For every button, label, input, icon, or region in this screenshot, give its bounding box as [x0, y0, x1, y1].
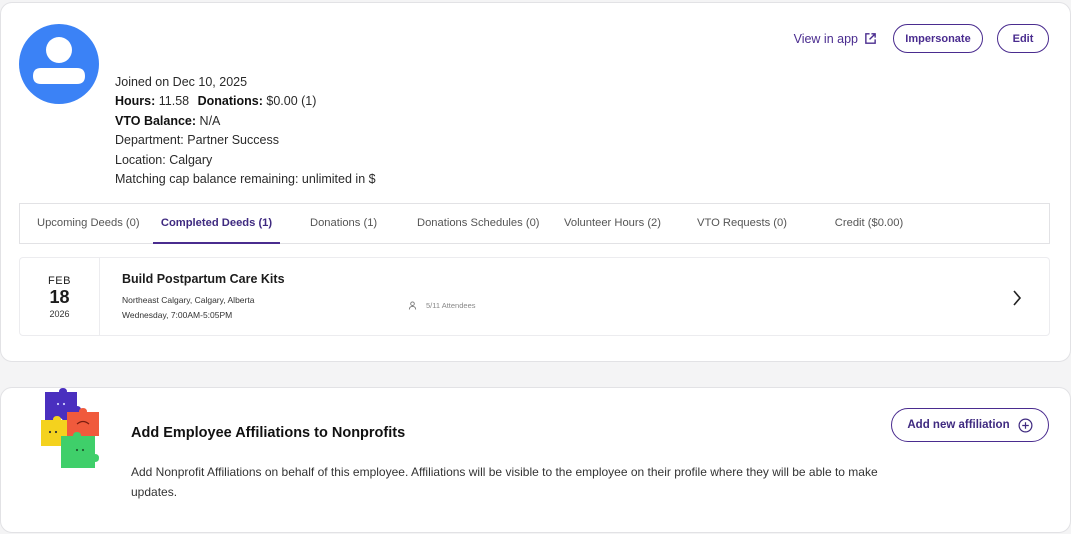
affiliations-description: Add Nonprofit Affiliations on behalf of … — [131, 465, 878, 499]
tab-donations[interactable]: Donations (1) — [310, 204, 377, 243]
edit-button[interactable]: Edit — [997, 24, 1049, 53]
affiliations-card: Add Employee Affiliations to Nonprofits … — [0, 387, 1071, 533]
department: Department: Partner Success — [115, 133, 279, 148]
impersonate-button[interactable]: Impersonate — [893, 24, 983, 53]
person-icon — [408, 301, 417, 310]
tab-vto-requests[interactable]: VTO Requests (0) — [697, 204, 787, 243]
deed-title: Build Postpartum Care Kits — [122, 272, 285, 286]
tab-credit[interactable]: Credit ($0.00) — [833, 204, 905, 243]
joined-date: Joined on Dec 10, 2025 — [115, 75, 248, 89]
view-in-app-label: View in app — [793, 31, 858, 46]
donations-value: $0.00 (1) — [266, 94, 317, 109]
deed-year: 2026 — [49, 309, 70, 319]
deed-card[interactable]: FEB 18 2026 Build Postpartum Care Kits N… — [19, 257, 1050, 336]
deed-day: 18 — [49, 287, 70, 307]
profile-card: Joined on Dec 10, 2025 Hours: 11.58 Dona… — [0, 2, 1071, 362]
tab-donations-schedules[interactable]: Donations Schedules (0) — [417, 204, 540, 243]
profile-actions: View in app Impersonate Edit — [794, 24, 1049, 53]
location: Location: Calgary — [115, 152, 213, 167]
vto-balance: VTO Balance: N/A — [115, 112, 376, 131]
attendees-count: 5/11 Attendees — [426, 301, 476, 310]
hours-donations: Hours: 11.58 Donations: $0.00 (1) — [115, 92, 376, 111]
external-link-icon — [865, 33, 876, 44]
plus-circle-icon — [1018, 418, 1033, 432]
add-affiliation-label: Add new affiliation — [907, 419, 1010, 431]
vto-value: N/A — [199, 113, 221, 128]
deed-location: Northeast Calgary, Calgary, Alberta — [122, 295, 255, 305]
deed-month: FEB — [48, 275, 71, 287]
deed-time: Wednesday, 7:00AM-5:05PM — [122, 310, 233, 320]
view-in-app-link[interactable]: View in app — [794, 32, 877, 46]
donations-label: Donations: — [197, 94, 263, 109]
user-avatar-icon — [19, 24, 99, 104]
tab-completed-deeds[interactable]: Completed Deeds (1) — [153, 204, 280, 244]
deed-attendees: 5/11 Attendees — [408, 301, 476, 310]
chevron-right-icon[interactable] — [1011, 288, 1023, 308]
hours-label: Hours: — [115, 94, 156, 109]
profile-tabs: Upcoming Deeds (0) Completed Deeds (1) D… — [19, 203, 1050, 244]
tab-volunteer-hours[interactable]: Volunteer Hours (2) — [564, 204, 661, 243]
deed-date: FEB 18 2026 — [20, 258, 100, 335]
vto-label: VTO Balance: — [115, 113, 197, 128]
matching-cap: Matching cap balance remaining: unlimite… — [115, 171, 376, 186]
profile-info: Joined on Dec 10, 2025 Hours: 11.58 Dona… — [115, 73, 376, 189]
puzzle-pieces-icon — [41, 388, 99, 468]
affiliations-title: Add Employee Affiliations to Nonprofits — [131, 425, 406, 441]
add-affiliation-button[interactable]: Add new affiliation — [891, 408, 1049, 442]
tab-upcoming-deeds[interactable]: Upcoming Deeds (0) — [37, 204, 140, 243]
hours-value: 11.58 — [158, 94, 190, 109]
